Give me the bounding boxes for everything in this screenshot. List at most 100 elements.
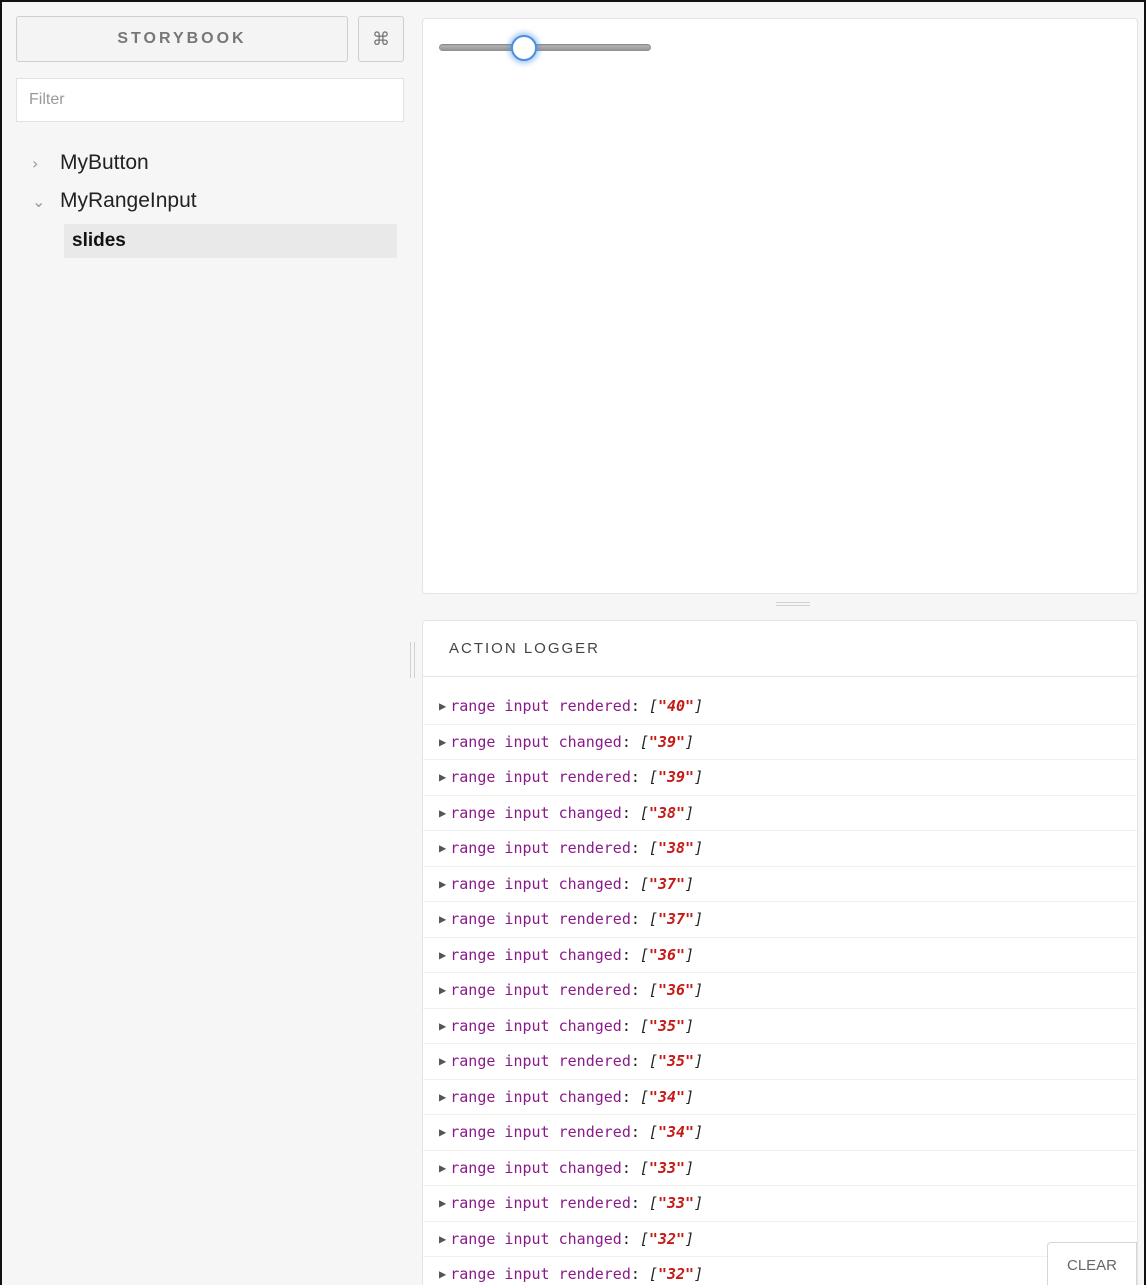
log-entry[interactable]: ▶ range input changed: ["36"]	[423, 938, 1137, 973]
log-separator: :	[630, 839, 649, 858]
log-bracket-close: ]	[694, 910, 704, 929]
log-entry[interactable]: ▶ range input rendered: ["34"]	[423, 1115, 1137, 1151]
expand-triangle-icon: ▶	[439, 1160, 447, 1175]
log-bracket-close: ]	[685, 1016, 695, 1035]
log-entry[interactable]: ▶ range input rendered: ["40"]	[423, 689, 1137, 725]
log-entry[interactable]: ▶ range input rendered: ["39"]	[423, 760, 1137, 796]
log-action-name: range input changed	[450, 1229, 622, 1248]
log-bracket-close: ]	[685, 732, 695, 751]
tree-item-myrangeinput[interactable]: ⌄ MyRangeInput	[32, 182, 197, 220]
log-action-name: range input changed	[450, 732, 622, 751]
log-action-name: range input rendered	[450, 697, 631, 716]
log-entry[interactable]: ▶ range input changed: ["34"]	[423, 1080, 1137, 1115]
log-bracket-open: [	[639, 945, 649, 964]
log-entry[interactable]: ▶ range input rendered: ["35"]	[423, 1044, 1137, 1080]
log-entry[interactable]: ▶ range input rendered: ["32"]	[423, 1257, 1137, 1285]
log-action-name: range input changed	[450, 945, 622, 964]
log-bracket-open: [	[639, 1229, 649, 1248]
log-bracket-open: [	[648, 697, 658, 716]
log-bracket-open: [	[648, 1265, 658, 1284]
log-bracket-open: [	[648, 1123, 658, 1142]
vertical-resize-handle[interactable]	[410, 642, 415, 678]
log-value: "39"	[648, 732, 686, 751]
story-label: slides	[72, 230, 126, 251]
log-separator: :	[621, 945, 640, 964]
keyboard-shortcuts-button[interactable]: ⌘	[358, 16, 404, 62]
log-bracket-close: ]	[685, 1087, 695, 1106]
slider-track[interactable]	[439, 44, 651, 51]
log-bracket-open: [	[648, 1194, 658, 1213]
log-entry[interactable]: ▶ range input rendered: ["33"]	[423, 1186, 1137, 1222]
log-bracket-open: [	[648, 768, 658, 787]
log-entry[interactable]: ▶ range input changed: ["37"]	[423, 867, 1137, 902]
log-action-name: range input rendered	[450, 981, 631, 1000]
log-action-name: range input changed	[450, 803, 622, 822]
log-separator: :	[630, 1052, 649, 1071]
chevron-right-icon: ›	[32, 153, 39, 173]
log-value: "35"	[648, 1016, 686, 1035]
expand-triangle-icon: ▶	[439, 1054, 447, 1069]
log-entry[interactable]: ▶ range input rendered: ["36"]	[423, 973, 1137, 1009]
log-entry[interactable]: ▶ range input rendered: ["38"]	[423, 831, 1137, 867]
log-separator: :	[630, 910, 649, 929]
log-bracket-open: [	[648, 1052, 658, 1071]
log-entry[interactable]: ▶ range input changed: ["39"]	[423, 725, 1137, 760]
action-log-list: ▶ range input rendered: ["40"] ▶ range inpu…	[423, 677, 1137, 1285]
log-entry[interactable]: ▶ range input changed: ["38"]	[423, 796, 1137, 831]
log-bracket-close: ]	[685, 803, 695, 822]
clear-button[interactable]: CLEAR	[1047, 1242, 1137, 1285]
log-separator: :	[621, 1229, 640, 1248]
tab-action-logger[interactable]: ACTION LOGGER	[423, 621, 1137, 677]
log-value: "33"	[657, 1194, 695, 1213]
log-bracket-close: ]	[685, 945, 695, 964]
log-entry[interactable]: ▶ range input rendered: ["37"]	[423, 902, 1137, 938]
expand-triangle-icon: ▶	[439, 699, 447, 714]
story-item-slides[interactable]: slides	[64, 224, 397, 258]
expand-triangle-icon: ▶	[439, 805, 447, 820]
expand-triangle-icon: ▶	[439, 912, 447, 927]
log-action-name: range input rendered	[450, 910, 631, 929]
log-bracket-close: ]	[685, 1158, 695, 1177]
log-bracket-close: ]	[694, 839, 704, 858]
expand-triangle-icon: ▶	[439, 770, 447, 785]
expand-triangle-icon: ▶	[439, 1267, 447, 1282]
horizontal-resize-handle[interactable]	[776, 602, 810, 606]
log-bracket-open: [	[639, 803, 649, 822]
log-value: "34"	[648, 1087, 686, 1106]
storybook-window: STORYBOOK ⌘ › MyButton ⌄ MyRangeInput sl…	[0, 0, 1146, 1285]
log-action-name: range input rendered	[450, 1052, 631, 1071]
log-bracket-open: [	[648, 981, 658, 1000]
log-bracket-close: ]	[694, 981, 704, 1000]
filter-input[interactable]	[16, 78, 404, 122]
range-slider[interactable]	[439, 35, 651, 61]
log-separator: :	[621, 874, 640, 893]
expand-triangle-icon: ▶	[439, 1196, 447, 1211]
log-bracket-close: ]	[685, 874, 695, 893]
log-value: "36"	[657, 981, 695, 1000]
log-bracket-open: [	[639, 732, 649, 751]
slider-thumb[interactable]	[510, 35, 537, 61]
log-value: "36"	[648, 945, 686, 964]
expand-triangle-icon: ▶	[439, 876, 447, 891]
storybook-brand-button[interactable]: STORYBOOK	[16, 16, 348, 62]
log-bracket-open: [	[648, 910, 658, 929]
expand-triangle-icon: ▶	[439, 1018, 447, 1033]
log-entry[interactable]: ▶ range input changed: ["35"]	[423, 1009, 1137, 1044]
expand-triangle-icon: ▶	[439, 1089, 447, 1104]
log-separator: :	[630, 981, 649, 1000]
log-action-name: range input rendered	[450, 1123, 631, 1142]
log-action-name: range input changed	[450, 1087, 622, 1106]
log-bracket-close: ]	[694, 1052, 704, 1071]
tree-item-label: MyButton	[60, 151, 149, 174]
log-bracket-close: ]	[694, 1265, 704, 1284]
log-entry[interactable]: ▶ range input changed: ["33"]	[423, 1151, 1137, 1186]
expand-triangle-icon: ▶	[439, 1231, 447, 1246]
log-entry[interactable]: ▶ range input changed: ["32"]	[423, 1222, 1137, 1257]
log-value: "32"	[648, 1229, 686, 1248]
expand-triangle-icon: ▶	[439, 841, 447, 856]
log-value: "37"	[657, 910, 695, 929]
expand-triangle-icon: ▶	[439, 983, 447, 998]
log-action-name: range input rendered	[450, 839, 631, 858]
expand-triangle-icon: ▶	[439, 947, 447, 962]
tree-item-mybutton[interactable]: › MyButton	[32, 144, 197, 182]
